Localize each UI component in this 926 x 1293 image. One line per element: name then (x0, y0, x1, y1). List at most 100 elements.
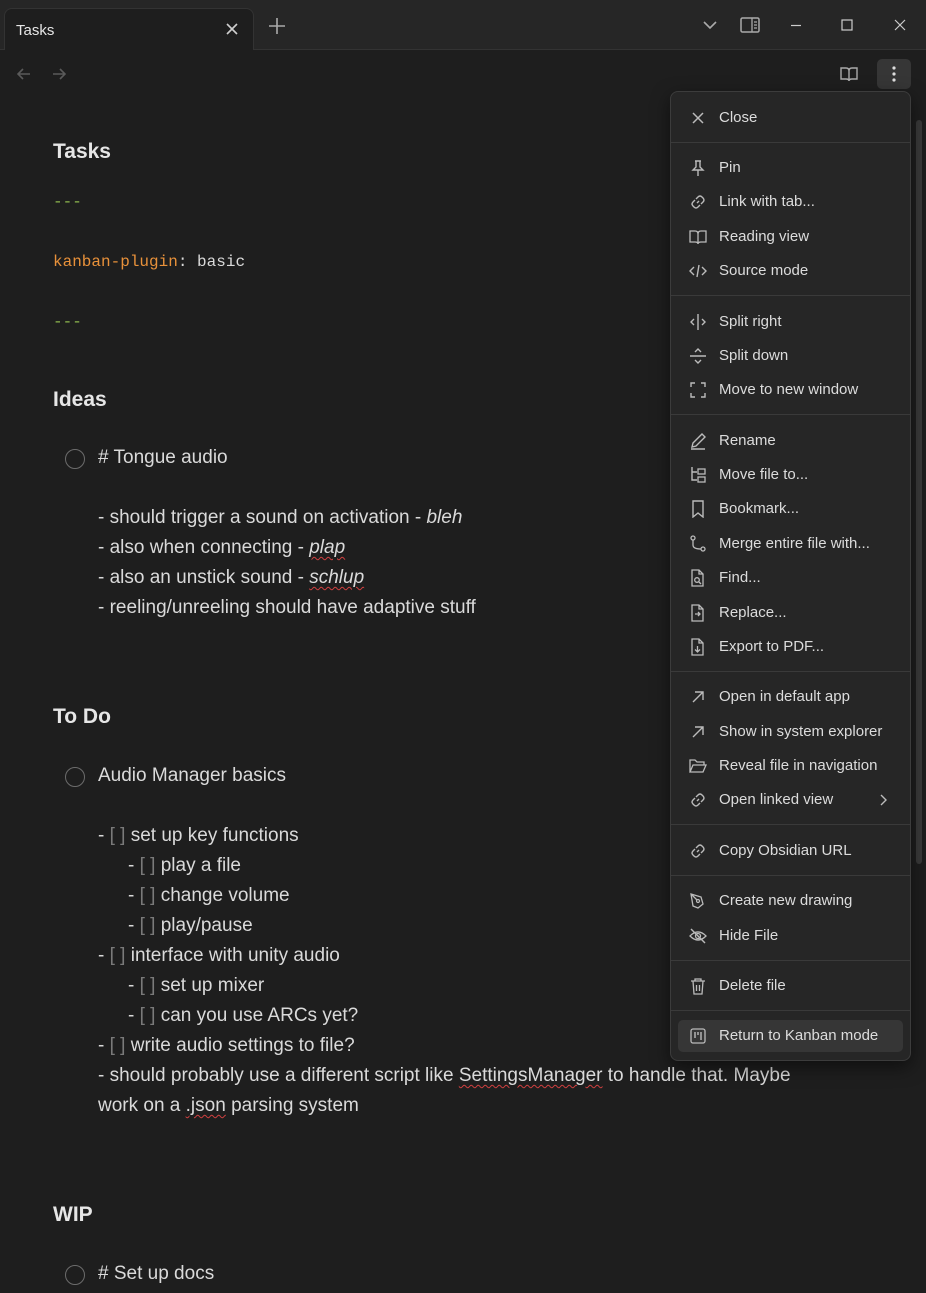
task-checkbox[interactable] (65, 449, 85, 469)
menu-item-reading-view[interactable]: Reading view (671, 221, 912, 253)
pencil-icon (689, 432, 707, 450)
menu-item-split-right[interactable]: Split right (671, 306, 912, 338)
markdown-checkbox[interactable]: [ ] (140, 915, 156, 936)
book-open-icon (689, 228, 707, 246)
menu-divider (671, 875, 910, 876)
menu-item-show-in-explorer[interactable]: Show in system explorer (671, 716, 912, 748)
forward-arrow-icon[interactable] (49, 64, 69, 84)
markdown-checkbox[interactable]: [ ] (110, 1035, 126, 1056)
markdown-checkbox[interactable]: [ ] (110, 825, 126, 846)
section-heading-wip: WIP (53, 1203, 93, 1226)
menu-item-source-mode[interactable]: Source mode (671, 255, 912, 287)
tab-tasks[interactable]: Tasks (4, 8, 254, 50)
list-item: - [ ] change volume (128, 885, 290, 906)
menu-item-split-down[interactable]: Split down (671, 340, 912, 372)
file-search-icon (689, 569, 707, 587)
menu-item-move-to-new-window[interactable]: Move to new window (671, 374, 912, 406)
menu-item-move-file[interactable]: Move file to... (671, 459, 912, 491)
title-bar: Tasks (0, 0, 926, 50)
tab-title: Tasks (16, 22, 55, 39)
list-item: - [ ] write audio settings to file? (98, 1035, 355, 1056)
markdown-checkbox[interactable]: [ ] (140, 855, 156, 876)
file-replace-icon (689, 604, 707, 622)
markdown-checkbox[interactable]: [ ] (140, 885, 156, 906)
back-arrow-icon[interactable] (14, 64, 34, 84)
arrow-up-right-icon (689, 688, 707, 706)
list-item: - should probably use a different script… (98, 1065, 791, 1086)
menu-item-bookmark[interactable]: Bookmark... (671, 493, 912, 525)
menu-item-export-pdf[interactable]: Export to PDF... (671, 631, 912, 663)
split-horizontal-icon (689, 347, 707, 365)
task-checkbox[interactable] (65, 1265, 85, 1285)
maximize-icon[interactable] (836, 14, 858, 36)
menu-divider (671, 671, 910, 672)
menu-divider (671, 142, 910, 143)
menu-item-find[interactable]: Find... (671, 562, 912, 594)
link-icon (689, 193, 707, 211)
menu-item-reveal-file[interactable]: Reveal file in navigation (671, 750, 912, 782)
task-checkbox[interactable] (65, 767, 85, 787)
frontmatter-delimiter: --- (53, 193, 82, 211)
eye-off-icon (689, 927, 707, 945)
context-menu: Close Pin Link with tab... Reading view … (670, 91, 911, 1061)
chevron-down-icon[interactable] (699, 14, 721, 36)
menu-item-close[interactable]: Close (671, 102, 912, 134)
folder-open-icon (689, 757, 707, 775)
menu-item-delete-file[interactable]: Delete file (671, 970, 912, 1002)
git-merge-icon (689, 535, 707, 553)
window-close-icon[interactable] (889, 14, 911, 36)
close-icon (689, 109, 707, 127)
menu-item-replace[interactable]: Replace... (671, 597, 912, 629)
list-item: - should trigger a sound on activation -… (98, 507, 463, 528)
file-download-icon (689, 638, 707, 656)
book-open-icon[interactable] (839, 64, 859, 84)
list-item: - [ ] play/pause (128, 915, 253, 936)
menu-item-hide-file[interactable]: Hide File (671, 920, 912, 952)
menu-item-link-with-tab[interactable]: Link with tab... (671, 186, 912, 218)
list-item: - also an unstick sound - schlup (98, 567, 365, 588)
view-header (0, 51, 926, 95)
list-item: - [ ] can you use ARCs yet? (128, 1005, 359, 1026)
frontmatter-delimiter: --- (53, 313, 82, 331)
list-item: - [ ] set up key functions (98, 825, 299, 846)
menu-item-return-to-kanban[interactable]: Return to Kanban mode (678, 1020, 903, 1052)
markdown-checkbox[interactable]: [ ] (140, 975, 156, 996)
list-item: - also when connecting - plap (98, 537, 346, 558)
frontmatter-line: kanban-plugin: basic (53, 253, 245, 271)
bookmark-icon (689, 500, 707, 518)
link-icon (689, 842, 707, 860)
menu-divider (671, 295, 910, 296)
scrollbar[interactable] (916, 120, 922, 864)
menu-item-rename[interactable]: Rename (671, 425, 912, 457)
split-vertical-icon (689, 313, 707, 331)
chevron-right-icon (876, 793, 890, 807)
menu-item-open-linked-view[interactable]: Open linked view (671, 784, 912, 816)
list-item: - [ ] play a file (128, 855, 242, 876)
markdown-checkbox[interactable]: [ ] (110, 945, 126, 966)
frontmatter-key: kanban-plugin (53, 253, 178, 271)
list-item: work on a .json parsing system (98, 1095, 359, 1116)
code-icon (689, 262, 707, 280)
menu-item-merge-file[interactable]: Merge entire file with... (671, 528, 912, 560)
menu-divider (671, 414, 910, 415)
frontmatter-value: basic (187, 253, 246, 271)
more-options-button[interactable] (877, 59, 911, 89)
menu-item-pin[interactable]: Pin (671, 152, 912, 184)
menu-item-open-default-app[interactable]: Open in default app (671, 681, 912, 713)
menu-item-copy-obsidian-url[interactable]: Copy Obsidian URL (671, 835, 912, 867)
menu-divider (671, 824, 910, 825)
sidebar-toggle-icon[interactable] (739, 14, 761, 36)
plus-icon[interactable] (266, 15, 288, 37)
list-item: - [ ] interface with unity audio (98, 945, 340, 966)
pin-icon (689, 159, 707, 177)
folder-tree-icon (689, 466, 707, 484)
markdown-checkbox[interactable]: [ ] (140, 1005, 156, 1026)
menu-divider (671, 960, 910, 961)
more-vertical-icon (884, 64, 904, 84)
card-title: Audio Manager basics (98, 765, 286, 786)
minimize-icon[interactable] (785, 14, 807, 36)
section-heading-ideas: Ideas (53, 388, 107, 411)
menu-item-create-drawing[interactable]: Create new drawing (671, 885, 912, 917)
arrow-up-right-icon (689, 723, 707, 741)
close-icon[interactable] (223, 20, 241, 38)
